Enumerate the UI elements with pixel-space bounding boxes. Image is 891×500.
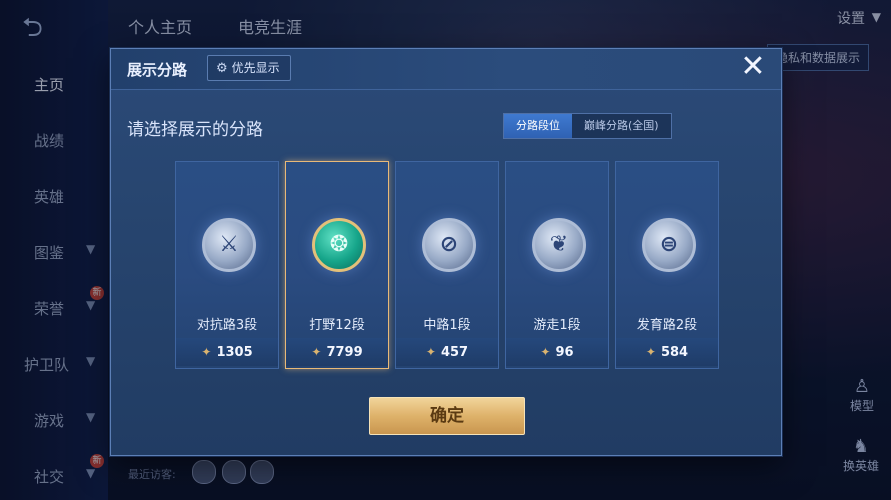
- lane-points: ✦ 457: [396, 338, 498, 366]
- lane-card-mid[interactable]: ⊘ 中路1段 ✦ 457: [395, 161, 499, 369]
- segment-control: 分路段位 巅峰分路(全国): [503, 113, 672, 139]
- rank-star-icon: ✦: [311, 345, 322, 359]
- lane-points-value: 7799: [326, 345, 363, 360]
- rank-star-icon: ✦: [201, 345, 212, 359]
- lane-card-farm[interactable]: ⊜ 发育路2段 ✦ 584: [615, 161, 719, 369]
- lane-points-value: 96: [555, 345, 574, 360]
- lane-points: ✦ 96: [506, 338, 608, 366]
- mid-lane-emblem-icon: ⊘: [422, 218, 476, 272]
- lane-points: ✦ 584: [616, 338, 718, 366]
- lane-points: ✦ 1305: [176, 338, 278, 366]
- lane-rank-label: 中路1段: [423, 318, 471, 333]
- lane-rank-label: 打野12段: [309, 318, 365, 333]
- clash-lane-emblem-icon: ⚔: [202, 218, 256, 272]
- lane-points: ✦ 7799: [286, 338, 388, 366]
- dialog-header: 展示分路 ⚙ 优先显示: [111, 49, 781, 90]
- lane-rank-label: 发育路2段: [636, 318, 698, 333]
- lane-display-dialog: 展示分路 ⚙ 优先显示 请选择展示的分路 分路段位 巅峰分路(全国) ⚔ 对抗路3…: [110, 48, 782, 456]
- roam-emblem-icon: ❦: [532, 218, 586, 272]
- lane-card-roam[interactable]: ❦ 游走1段 ✦ 96: [505, 161, 609, 369]
- rank-star-icon: ✦: [540, 345, 551, 359]
- lane-points-value: 1305: [216, 345, 253, 360]
- gear-icon: ⚙: [216, 61, 228, 76]
- jungle-emblem-icon: ❂: [312, 218, 366, 272]
- dialog-subtitle: 请选择展示的分路: [127, 120, 263, 140]
- dialog-title: 展示分路: [127, 61, 188, 79]
- confirm-button[interactable]: 确定: [369, 397, 525, 435]
- lane-points-value: 457: [440, 345, 469, 360]
- lane-card-jungle[interactable]: ❂ 打野12段 ✦ 7799: [285, 161, 389, 369]
- rank-star-icon: ✦: [645, 345, 656, 359]
- lane-points-value: 584: [660, 345, 689, 360]
- farm-lane-emblem-icon: ⊜: [642, 218, 696, 272]
- tab-peak-lane[interactable]: 巅峰分路(全国): [572, 114, 671, 138]
- lane-card-clash[interactable]: ⚔ 对抗路3段 ✦ 1305: [175, 161, 279, 369]
- rank-star-icon: ✦: [425, 345, 436, 359]
- lane-rank-label: 对抗路3段: [196, 318, 258, 333]
- lane-rank-label: 游走1段: [533, 318, 581, 333]
- close-icon[interactable]: ✕: [738, 52, 768, 82]
- priority-display-button[interactable]: ⚙ 优先显示: [207, 55, 291, 81]
- priority-display-label: 优先显示: [231, 61, 280, 75]
- tab-lane-rank[interactable]: 分路段位: [504, 114, 572, 138]
